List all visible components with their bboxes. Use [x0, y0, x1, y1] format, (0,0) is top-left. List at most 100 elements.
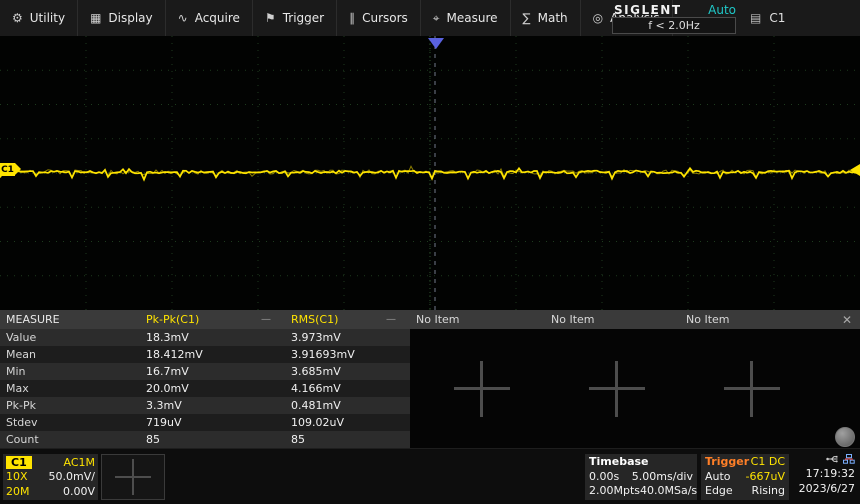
measure-column-empty-2[interactable]: No Item — [545, 313, 680, 326]
menu-item-math[interactable]: ∑ Math — [511, 0, 581, 36]
trigger-descriptor[interactable]: Trigger C1 DC Auto -667uV Edge Rising — [701, 454, 789, 500]
channel-coupling: AC1M — [63, 455, 95, 469]
measure-column-pkpk-label: Pk-Pk(C1) — [146, 313, 200, 326]
stat-value-pkpk: 719uV — [146, 416, 182, 429]
stat-label: Count — [6, 433, 39, 446]
remove-measure-icon[interactable]: — — [261, 314, 271, 325]
stat-label: Max — [6, 382, 29, 395]
graticule-grid — [0, 36, 860, 310]
trigger-position-marker[interactable] — [428, 38, 444, 49]
stat-label: Mean — [6, 348, 36, 361]
trigger-source-coupling: C1 DC — [750, 455, 785, 468]
analysis-icon: ◎ — [592, 11, 604, 25]
remove-measure-icon[interactable]: — — [386, 314, 396, 325]
stat-value-pkpk: 20.0mV — [146, 382, 189, 395]
add-measure-slot-1[interactable] — [414, 329, 549, 448]
channel-probe-atten: 10X — [6, 470, 28, 484]
stat-value-pkpk: 18.3mV — [146, 331, 189, 344]
trigger-level-marker[interactable] — [850, 164, 860, 176]
channel-1-descriptor[interactable]: C1 AC1M 10X 50.0mV/ 20M 0.00V — [3, 454, 98, 500]
menu-label-math: Math — [537, 11, 568, 25]
stat-value-pkpk: 85 — [146, 433, 160, 446]
utility-icon: ⚙ — [12, 11, 23, 25]
table-row: Stdev 719uV 109.02uV — [0, 414, 410, 431]
stat-value-pkpk: 3.3mV — [146, 399, 182, 412]
add-measure-plus-icon — [453, 360, 510, 417]
status-bar: C1 AC1M 10X 50.0mV/ 20M 0.00V Timebase 0… — [0, 448, 860, 504]
menu-label-measure: Measure — [446, 11, 498, 25]
top-menu-bar: ⚙ Utility ▦ Display ∿ Acquire ⚑ Trigger … — [0, 0, 860, 36]
channel-quick-access[interactable]: ▤ C1 — [750, 0, 785, 36]
stat-label: Pk-Pk — [6, 399, 36, 412]
measure-column-rms[interactable]: RMS(C1) — — [285, 313, 410, 326]
menu-item-display[interactable]: ▦ Display — [78, 0, 166, 36]
measure-column-empty-1[interactable]: No Item — [410, 313, 545, 326]
trigger-level-value: -667uV — [745, 469, 785, 483]
clock-date: 2023/6/27 — [798, 482, 855, 495]
stat-value-rms: 85 — [291, 433, 305, 446]
trigger-type: Edge — [705, 484, 733, 497]
table-row: Pk-Pk 3.3mV 0.481mV — [0, 397, 410, 414]
measure-column-pkpk[interactable]: Pk-Pk(C1) — — [140, 313, 285, 326]
add-channel-button[interactable] — [101, 454, 165, 500]
stat-value-pkpk: 18.412mV — [146, 348, 203, 361]
table-row: Value 18.3mV 3.973mV — [0, 329, 410, 346]
timebase-sample-rate: 40.0MSa/s — [640, 484, 698, 497]
stat-value-rms: 3.685mV — [291, 365, 341, 378]
trigger-slope: Rising — [751, 484, 785, 497]
channel-offset-marker[interactable]: C1 — [0, 163, 21, 176]
waveform-display[interactable]: C1 — [0, 36, 860, 310]
menu-item-trigger[interactable]: ⚑ Trigger — [253, 0, 338, 36]
timebase-scale: 5.00ms/div — [631, 469, 693, 483]
stat-value-pkpk: 16.7mV — [146, 365, 189, 378]
add-measure-slot-3[interactable] — [684, 329, 819, 448]
table-row: Max 20.0mV 4.166mV — [0, 380, 410, 397]
menu-item-measure[interactable]: ⌖ Measure — [421, 0, 511, 36]
display-icon: ▦ — [90, 11, 102, 25]
add-measure-plus-icon — [588, 360, 645, 417]
timebase-descriptor[interactable]: Timebase 0.00s 5.00ms/div 2.00Mpts 40.0M… — [585, 454, 697, 500]
stat-value-rms: 109.02uV — [291, 416, 344, 429]
floating-ball-icon[interactable] — [835, 427, 855, 447]
cursors-icon: ∥ — [349, 11, 356, 25]
trigger-title: Trigger — [705, 455, 750, 468]
stat-value-rms: 4.166mV — [291, 382, 341, 395]
close-measure-panel-button[interactable]: ✕ — [842, 313, 860, 327]
add-channel-plus-icon — [115, 459, 151, 495]
menu-label-acquire: Acquire — [194, 11, 240, 25]
menu-item-cursors[interactable]: ∥ Cursors — [337, 0, 421, 36]
trigger-frequency-readout: f < 2.0Hz — [612, 17, 736, 34]
trigger-mode: Auto — [705, 469, 731, 483]
menu-item-utility[interactable]: ⚙ Utility — [0, 0, 79, 36]
measure-body: Value 18.3mV 3.973mV Mean 18.412mV 3.916… — [0, 329, 860, 448]
channel-list-icon: ▤ — [750, 11, 762, 25]
channel-name-badge: C1 — [6, 455, 32, 469]
acquisition-status: Auto — [708, 3, 736, 17]
acquire-icon: ∿ — [177, 11, 188, 25]
clock-time: 17:19:32 — [805, 467, 855, 480]
usb-icon — [826, 455, 838, 463]
brand-logo: SIGLENT — [614, 3, 682, 17]
trigger-flag-icon: ⚑ — [264, 11, 276, 25]
math-icon: ∑ — [522, 11, 531, 25]
timebase-title: Timebase — [589, 455, 649, 468]
menu-item-acquire[interactable]: ∿ Acquire — [166, 0, 253, 36]
channel-badge: C1 — [769, 11, 786, 25]
timebase-delay: 0.00s — [589, 469, 620, 483]
table-row: Mean 18.412mV 3.91693mV — [0, 346, 410, 363]
stat-value-rms: 3.973mV — [291, 331, 341, 344]
measure-header-row: MEASURE Pk-Pk(C1) — RMS(C1) — No Item No… — [0, 310, 860, 329]
channel-volts-per-div: 50.0mV/ — [48, 470, 95, 484]
menu-label-cursors: Cursors — [362, 11, 408, 25]
oscilloscope-screen: ⚙ Utility ▦ Display ∿ Acquire ⚑ Trigger … — [0, 0, 860, 504]
stat-label: Value — [6, 331, 37, 344]
status-icons — [793, 452, 855, 466]
menu-label-utility: Utility — [29, 11, 66, 25]
table-row: Count 85 85 — [0, 431, 410, 448]
measure-icon: ⌖ — [432, 10, 440, 25]
clock-block: 17:19:32 2023/6/27 — [793, 452, 857, 502]
add-measure-slot-2[interactable] — [549, 329, 684, 448]
measure-column-empty-3[interactable]: No Item — [680, 313, 815, 326]
brand-block: SIGLENT Auto f < 2.0Hz — [612, 0, 736, 36]
stat-value-rms: 0.481mV — [291, 399, 341, 412]
